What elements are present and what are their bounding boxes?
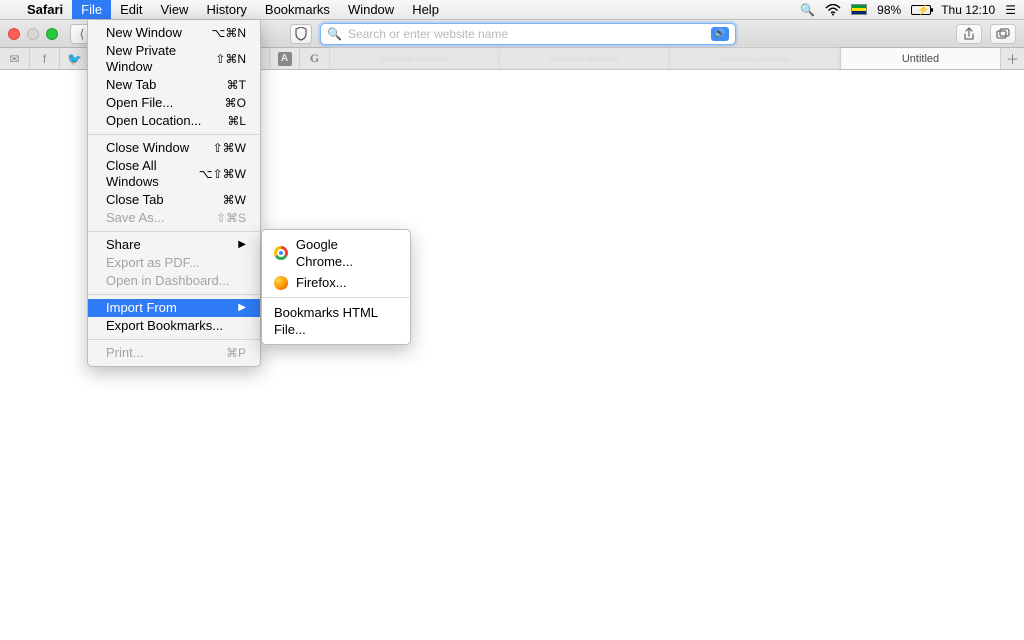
menu-file[interactable]: File xyxy=(72,0,111,19)
menu-item: Save As... ⇧⌘S xyxy=(88,209,260,227)
menubar: Safari File Edit View History Bookmarks … xyxy=(0,0,1024,20)
privacy-report-button[interactable] xyxy=(290,24,312,44)
menu-item-label: Close Tab xyxy=(106,192,164,208)
menu-separator xyxy=(88,294,260,295)
pinned-tab[interactable]: G xyxy=(300,48,330,69)
submenu-label: Google Chrome... xyxy=(296,236,398,270)
share-button[interactable] xyxy=(956,24,982,44)
menu-separator xyxy=(88,339,260,340)
menu-view[interactable]: View xyxy=(152,0,198,19)
menu-item[interactable]: Open Location... ⌘L xyxy=(88,112,260,130)
firefox-icon xyxy=(274,276,288,290)
menu-item[interactable]: New Private Window⇧⌘N xyxy=(88,42,260,76)
address-placeholder: Search or enter website name xyxy=(348,27,705,41)
menu-item: Print... ⌘P xyxy=(88,344,260,362)
menu-item-label: Save As... xyxy=(106,210,165,226)
menu-item-label: Export Bookmarks... xyxy=(106,318,223,334)
submenu-item-chrome[interactable]: Google Chrome... xyxy=(262,234,410,272)
menu-shortcut: ⌘L xyxy=(227,113,246,129)
menu-item[interactable]: Share ▶ xyxy=(88,236,260,254)
wifi-icon[interactable] xyxy=(825,4,841,16)
zoom-window-button[interactable] xyxy=(46,28,58,40)
menu-shortcut: ⇧⌘S xyxy=(216,210,246,226)
background-tab[interactable]: ——— ——— xyxy=(500,48,670,69)
menu-item-label: New Tab xyxy=(106,77,156,93)
clock[interactable]: Thu 12:10 xyxy=(941,3,995,17)
background-tab[interactable]: ——— ——— xyxy=(330,48,500,69)
menu-shortcut: ⌘W xyxy=(223,192,246,208)
pinned-tab[interactable]: f xyxy=(30,48,60,69)
menu-item[interactable]: Close Tab ⌘W xyxy=(88,191,260,209)
menu-item[interactable]: New Tab ⌘T xyxy=(88,76,260,94)
submenu-label: Firefox... xyxy=(296,274,347,291)
menu-shortcut: ⌥⌘N xyxy=(212,25,247,41)
submenu-label: Bookmarks HTML File... xyxy=(274,304,398,338)
menu-item-label: Open Location... xyxy=(106,113,201,129)
minimize-window-button[interactable] xyxy=(27,28,39,40)
menu-item-label: Import From xyxy=(106,300,177,316)
pinned-tab[interactable]: 🐦 xyxy=(60,48,90,69)
menu-window[interactable]: Window xyxy=(339,0,403,19)
menu-item-label: New Private Window xyxy=(106,43,215,75)
menu-shortcut: ⌘O xyxy=(225,95,246,111)
menu-item-label: Print... xyxy=(106,345,144,361)
pinned-tab[interactable]: ✉ xyxy=(0,48,30,69)
battery-icon[interactable]: ⚡ xyxy=(911,5,931,15)
menu-item[interactable]: New Window ⌥⌘N xyxy=(88,24,260,42)
menu-item[interactable]: Close Window ⇧⌘W xyxy=(88,139,260,157)
menu-separator xyxy=(88,231,260,232)
search-icon: 🔍 xyxy=(327,27,342,41)
new-tab-button[interactable]: ＋ xyxy=(1000,48,1024,69)
submenu-arrow-icon: ▶ xyxy=(238,237,246,253)
menu-bookmarks[interactable]: Bookmarks xyxy=(256,0,339,19)
menu-item[interactable]: Close All Windows⌥⇧⌘W xyxy=(88,157,260,191)
menu-item[interactable]: Export Bookmarks... xyxy=(88,317,260,335)
spotlight-icon[interactable]: 🔍 xyxy=(800,3,815,17)
menu-shortcut: ⇧⌘N xyxy=(215,51,246,67)
menu-edit[interactable]: Edit xyxy=(111,0,151,19)
menu-separator xyxy=(262,297,410,298)
window-controls xyxy=(8,28,58,40)
menu-item-label: Close Window xyxy=(106,140,189,156)
menu-item-label: Open in Dashboard... xyxy=(106,273,230,289)
menu-shortcut: ⇧⌘W xyxy=(213,140,246,156)
submenu-item-firefox[interactable]: Firefox... xyxy=(262,272,410,293)
menu-item[interactable]: Open File... ⌘O xyxy=(88,94,260,112)
reader-audio-icon[interactable]: 🔊 xyxy=(711,27,729,41)
menu-help[interactable]: Help xyxy=(403,0,448,19)
show-tabs-button[interactable] xyxy=(990,24,1016,44)
active-tab[interactable]: Untitled xyxy=(840,48,1000,69)
menu-separator xyxy=(88,134,260,135)
notification-center-icon[interactable]: ☰ xyxy=(1005,3,1016,17)
submenu-item-html-file[interactable]: Bookmarks HTML File... xyxy=(262,302,410,340)
close-window-button[interactable] xyxy=(8,28,20,40)
input-flag-icon[interactable] xyxy=(851,4,867,15)
battery-percent: 98% xyxy=(877,3,901,17)
menu-item: Export as PDF... xyxy=(88,254,260,272)
status-tray: 🔍 98% ⚡ Thu 12:10 ☰ xyxy=(800,3,1016,17)
background-tab[interactable]: ——— ——— xyxy=(670,48,840,69)
menu-shortcut: ⌥⇧⌘W xyxy=(199,166,246,182)
menu-item: Open in Dashboard... xyxy=(88,272,260,290)
menu-item-label: Share xyxy=(106,237,141,253)
pinned-tab[interactable]: A xyxy=(270,48,300,69)
menu-item-label: Open File... xyxy=(106,95,173,111)
menu-shortcut: ⌘P xyxy=(226,345,246,361)
app-menu[interactable]: Safari xyxy=(18,0,72,19)
menu-history[interactable]: History xyxy=(197,0,255,19)
menu-item-label: Close All Windows xyxy=(106,158,199,190)
menu-item-label: New Window xyxy=(106,25,182,41)
submenu-arrow-icon: ▶ xyxy=(238,300,246,316)
file-menu: New Window⌥⌘NNew Private Window⇧⌘NNew Ta… xyxy=(87,20,261,367)
menu-item-label: Export as PDF... xyxy=(106,255,200,271)
chrome-icon xyxy=(274,246,288,260)
address-bar[interactable]: 🔍 Search or enter website name 🔊 xyxy=(320,23,736,45)
menu-shortcut: ⌘T xyxy=(227,77,246,93)
import-from-submenu: Google Chrome... Firefox... Bookmarks HT… xyxy=(261,229,411,345)
menu-item[interactable]: Import From ▶ xyxy=(88,299,260,317)
